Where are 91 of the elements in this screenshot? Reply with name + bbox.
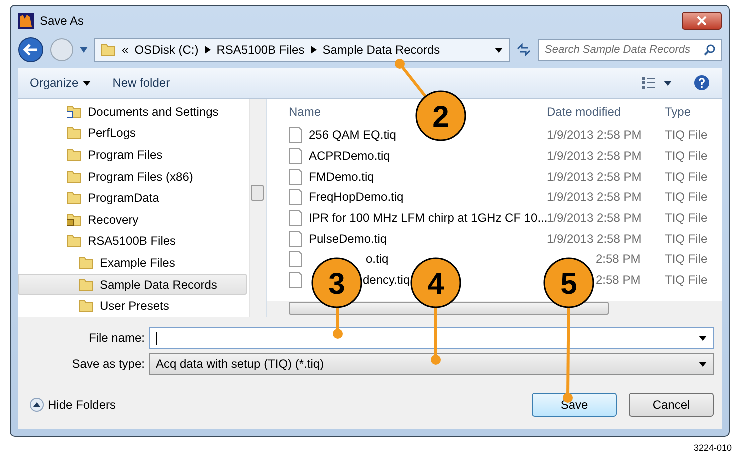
scroll-thumb[interactable] (251, 185, 264, 201)
file-name[interactable]: ACPRDemo.tiq (309, 149, 390, 164)
tree-item[interactable]: ProgramData (18, 187, 247, 209)
tree-item[interactable]: RSA5100B Files (18, 230, 247, 252)
folder-icon (67, 126, 82, 140)
breadcrumb-arrow-icon (310, 46, 317, 54)
file-icon (289, 148, 303, 164)
refresh-icon[interactable] (516, 43, 532, 57)
column-header[interactable]: Date modified (547, 105, 622, 119)
tree-item[interactable]: PerfLogs (18, 122, 247, 144)
column-header[interactable]: Type (665, 105, 692, 119)
help-icon[interactable] (694, 75, 710, 91)
shortcut-folder-icon (67, 104, 82, 119)
file-icon (289, 189, 303, 206)
tree-item[interactable]: Program Files (x86) (18, 166, 247, 188)
folder-icon (79, 278, 94, 292)
caret-icon (699, 362, 707, 366)
vertical-scrollbar[interactable] (249, 99, 266, 317)
type-cell: TIQ File (665, 190, 708, 204)
app-icon (18, 13, 34, 29)
breadcrumb[interactable]: RSA5100B Files (216, 43, 305, 57)
horizontal-scrollbar[interactable] (267, 301, 722, 317)
address-bar[interactable]: « OSDisk (C:) RSA5100B Files Sample Data Records (94, 38, 510, 62)
tree-item[interactable]: Example Files (18, 252, 247, 274)
type-cell: TIQ File (665, 128, 708, 142)
date-cell: 1/9/2013 2:58 PM (547, 149, 642, 164)
folder-icon (67, 170, 82, 184)
caret-icon (495, 48, 503, 52)
tree-item[interactable]: Recovery (18, 208, 247, 231)
tree-item[interactable]: User Presets (18, 295, 247, 317)
file-icon (289, 127, 303, 144)
field-label: Save as type: (71, 357, 145, 371)
folder-icon (67, 234, 82, 248)
file-name[interactable]: o.tiq (366, 252, 389, 266)
file-name[interactable]: IPR for 100 MHz LFM chirp at 1GHz CF 10... (309, 211, 548, 226)
organize-menu[interactable]: Organize (30, 76, 91, 90)
tree-item[interactable]: Sample Data Records (18, 274, 247, 296)
file-icon (289, 168, 303, 185)
breadcrumb-arrow-icon (204, 46, 211, 54)
file-icon (289, 230, 303, 247)
file-name[interactable]: FMDemo.tiq (309, 170, 374, 184)
column-header[interactable]: Name (289, 105, 322, 119)
search-field[interactable]: Search Sample Data Records (538, 39, 722, 61)
type-cell: TIQ File (665, 273, 708, 288)
close-icon (697, 16, 707, 26)
folder-icon (79, 299, 94, 314)
file-name[interactable]: PulseDemo.tiq (309, 232, 388, 246)
date-cell: 1/9/2013 2:58 PM (547, 190, 642, 204)
back-button[interactable] (18, 37, 44, 63)
type-cell: TIQ File (665, 170, 708, 184)
history-caret-icon[interactable] (80, 47, 88, 53)
caret-icon (699, 336, 707, 340)
close-button[interactable] (682, 12, 722, 30)
field-label: File name: (88, 331, 145, 345)
folder-icon (101, 43, 116, 57)
file-icon (289, 210, 303, 226)
overflow-chevron[interactable]: « (122, 43, 129, 57)
folder-icon (67, 191, 82, 206)
file-name[interactable]: FreqHopDemo.tiq (309, 190, 404, 204)
locked-folder-icon (67, 212, 82, 227)
type-cell: TIQ File (665, 252, 708, 266)
figure-number: 3224-010 (694, 443, 732, 453)
new-folder-button[interactable]: New folder (112, 76, 170, 90)
file-name[interactable]: 256 QAM EQ.tiq (309, 128, 396, 142)
file-icon (289, 251, 303, 268)
type-cell: TIQ File (665, 149, 708, 164)
type-cell: TIQ File (665, 211, 708, 226)
folder-icon (79, 256, 94, 270)
file-name-field[interactable] (149, 327, 714, 349)
file-name[interactable]: dency.tiq (363, 273, 410, 288)
folder-icon (67, 148, 82, 162)
window-title: Save As (40, 14, 86, 28)
date-cell: 2:58 PM (596, 273, 641, 288)
date-cell: 1/9/2013 2:58 PM (547, 232, 642, 246)
date-cell: 2:58 PM (596, 252, 641, 266)
date-cell: 1/9/2013 2:58 PM (547, 128, 642, 142)
hide-folders-button[interactable]: Hide Folders (30, 398, 116, 412)
view-options-icon[interactable] (642, 77, 672, 89)
cancel-button[interactable]: Cancel (629, 393, 714, 417)
caret-icon (82, 80, 91, 86)
date-cell: 1/9/2013 2:58 PM (547, 211, 642, 226)
date-cell: 1/9/2013 2:58 PM (547, 170, 642, 184)
file-type-dropdown[interactable]: Acq data with setup (TIQ) (*.tiq) (149, 353, 714, 375)
tree-item[interactable]: Documents and Settings (18, 101, 247, 123)
tree-item[interactable]: Program Files (18, 144, 247, 166)
collapse-icon (30, 398, 44, 412)
breadcrumb[interactable]: OSDisk (C:) (134, 43, 199, 57)
file-icon (289, 272, 303, 288)
breadcrumb[interactable]: Sample Data Records (322, 43, 440, 57)
search-icon (704, 44, 716, 56)
type-cell: TIQ File (665, 232, 708, 246)
